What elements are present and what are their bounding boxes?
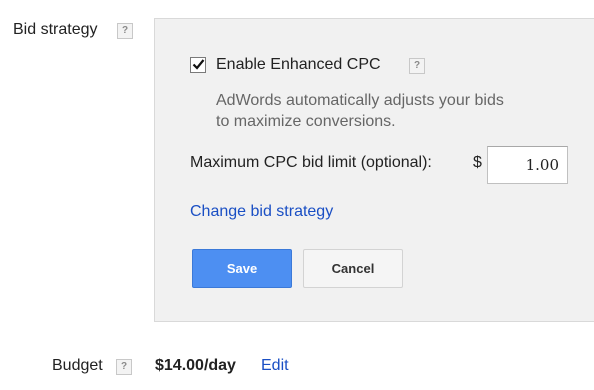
budget-value: $14.00/day [155,357,236,374]
max-cpc-label: Maximum CPC bid limit (optional): [190,154,432,171]
description-line-2: to maximize conversions. [216,113,396,130]
description-line-1: AdWords automatically adjusts your bids [216,92,504,109]
page: Bid strategy ? Enable Enhanced CPC ? AdW… [0,0,594,390]
edit-budget-link[interactable]: Edit [261,357,289,375]
bid-strategy-label: Bid strategy [13,21,98,38]
currency-symbol: $ [473,154,482,171]
change-bid-strategy-link[interactable]: Change bid strategy [190,203,333,221]
budget-help-icon[interactable]: ? [116,359,132,375]
bid-strategy-help-icon[interactable]: ? [117,23,133,39]
enhanced-cpc-help-icon[interactable]: ? [409,58,425,74]
enhanced-cpc-checkbox[interactable] [190,57,206,73]
enhanced-cpc-label[interactable]: Enable Enhanced CPC [216,56,381,74]
checkmark-icon [192,59,205,70]
budget-label: Budget [52,357,103,374]
max-cpc-input[interactable] [487,146,568,184]
save-button[interactable]: Save [192,249,292,288]
enhanced-cpc-description: AdWords automatically adjusts your bids … [216,90,576,132]
cancel-button[interactable]: Cancel [303,249,403,288]
